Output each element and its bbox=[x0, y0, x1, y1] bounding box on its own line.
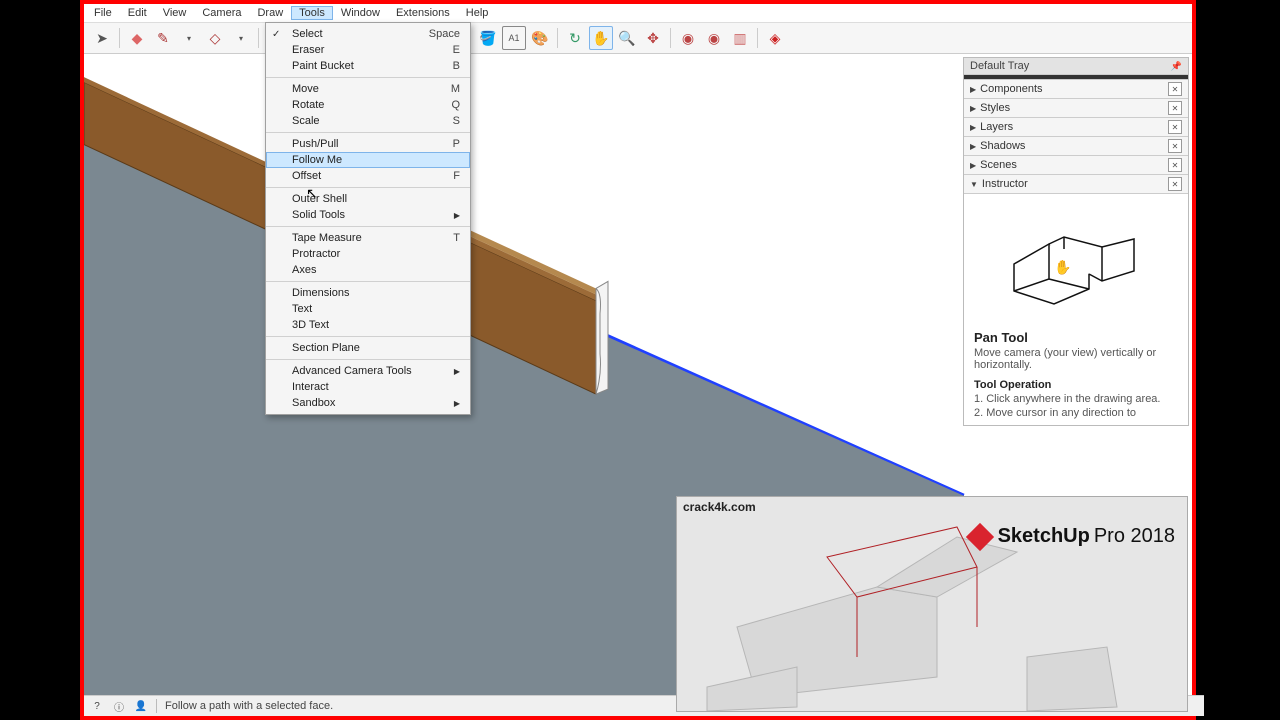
menu-item-select[interactable]: ✓SelectSpace bbox=[266, 26, 470, 42]
menu-edit[interactable]: Edit bbox=[120, 6, 155, 20]
tools-menu-dropdown: ✓SelectSpaceEraserEPaint BucketB MoveMRot… bbox=[265, 22, 471, 415]
menu-item-move[interactable]: MoveM bbox=[266, 81, 470, 97]
tray-panel-shadows[interactable]: ▶Shadows✕ bbox=[964, 137, 1188, 156]
close-icon[interactable]: ✕ bbox=[1168, 120, 1182, 134]
instructor-step: 2. Move cursor in any direction to bbox=[974, 407, 1178, 419]
menu-item-interact[interactable]: Interact bbox=[266, 379, 470, 395]
promo-overlay: crack4k.com SketchUp Pro 2018 bbox=[676, 496, 1188, 712]
close-icon[interactable]: ✕ bbox=[1168, 158, 1182, 172]
submenu-arrow-icon: ▶ bbox=[454, 211, 460, 220]
help-icon[interactable]: ? bbox=[90, 699, 104, 713]
menu-item-section-plane[interactable]: Section Plane bbox=[266, 340, 470, 356]
menu-item-dimensions[interactable]: Dimensions bbox=[266, 285, 470, 301]
caret-right-icon: ▶ bbox=[970, 123, 976, 132]
menu-view[interactable]: View bbox=[155, 6, 195, 20]
menu-item-push-pull[interactable]: Push/PullP bbox=[266, 136, 470, 152]
shape-icon[interactable]: ◇ bbox=[203, 26, 227, 50]
caret-right-icon: ▶ bbox=[970, 104, 976, 113]
submenu-arrow-icon: ▶ bbox=[454, 399, 460, 408]
text-icon[interactable]: A1 bbox=[502, 26, 526, 50]
default-tray: Default Tray 📌 ▶Components✕▶Styles✕▶Laye… bbox=[963, 57, 1189, 426]
tray-panel-styles[interactable]: ▶Styles✕ bbox=[964, 99, 1188, 118]
palette-icon[interactable]: 🎨 bbox=[528, 26, 552, 50]
app-window: FileEditViewCameraDrawToolsWindowExtensi… bbox=[80, 0, 1196, 720]
close-icon[interactable]: ✕ bbox=[1168, 101, 1182, 115]
menu-extensions[interactable]: Extensions bbox=[388, 6, 458, 20]
menu-item-paint-bucket[interactable]: Paint BucketB bbox=[266, 58, 470, 74]
submenu-arrow-icon: ▶ bbox=[454, 367, 460, 376]
prev-view-icon[interactable]: ◉ bbox=[676, 26, 700, 50]
tray-panel-components[interactable]: ▶Components✕ bbox=[964, 80, 1188, 99]
tray-title-label: Default Tray bbox=[970, 60, 1029, 72]
pan-icon[interactable]: ✋ bbox=[589, 26, 613, 50]
tray-panel-layers[interactable]: ▶Layers✕ bbox=[964, 118, 1188, 137]
instructor-desc: Move camera (your view) vertically or ho… bbox=[974, 347, 1178, 371]
menu-help[interactable]: Help bbox=[458, 6, 497, 20]
menu-item--d-text[interactable]: 3D Text bbox=[266, 317, 470, 333]
menu-item-protractor[interactable]: Protractor bbox=[266, 246, 470, 262]
menu-file[interactable]: File bbox=[86, 6, 120, 20]
menu-item-advanced-camera-tools[interactable]: Advanced Camera Tools▶ bbox=[266, 363, 470, 379]
paint-icon[interactable]: 🪣 bbox=[476, 26, 500, 50]
menu-item-scale[interactable]: ScaleS bbox=[266, 113, 470, 129]
instructor-illustration: ✋ bbox=[974, 204, 1174, 324]
caret-right-icon: ▶ bbox=[970, 161, 976, 170]
select-tool-icon[interactable]: ➤ bbox=[90, 26, 114, 50]
menu-tools[interactable]: Tools bbox=[291, 6, 333, 20]
toolbar: ➤ ◆ ✎ ▾ ◇ ▾ 🪣 A1 🎨 ↻ ✋ 🔍 ✥ ◉ ◉ ▥ ◈ bbox=[84, 23, 1192, 54]
zoom-icon[interactable]: 🔍 bbox=[615, 26, 639, 50]
instructor-title: Pan Tool bbox=[974, 330, 1178, 345]
menu-item-follow-me[interactable]: Follow Me bbox=[266, 152, 470, 168]
section-icon[interactable]: ▥ bbox=[728, 26, 752, 50]
menu-camera[interactable]: Camera bbox=[194, 6, 249, 20]
menu-draw[interactable]: Draw bbox=[249, 6, 291, 20]
user-icon[interactable]: 👤 bbox=[134, 699, 148, 713]
menu-item-tape-measure[interactable]: Tape MeasureT bbox=[266, 230, 470, 246]
menu-item-eraser[interactable]: EraserE bbox=[266, 42, 470, 58]
menu-item-sandbox[interactable]: Sandbox▶ bbox=[266, 395, 470, 411]
sketchup-logo-icon bbox=[965, 522, 993, 550]
caret-down-icon: ▼ bbox=[970, 180, 978, 189]
menu-window[interactable]: Window bbox=[333, 6, 388, 20]
orbit-icon[interactable]: ↻ bbox=[563, 26, 587, 50]
pencil-icon[interactable]: ✎ bbox=[151, 26, 175, 50]
tray-panel-scenes[interactable]: ▶Scenes✕ bbox=[964, 156, 1188, 175]
tray-panel-instructor[interactable]: ▼Instructor✕ bbox=[964, 175, 1188, 194]
close-icon[interactable]: ✕ bbox=[1168, 82, 1182, 96]
menu-item-solid-tools[interactable]: Solid Tools▶ bbox=[266, 207, 470, 223]
menu-item-text[interactable]: Text bbox=[266, 301, 470, 317]
menu-item-outer-shell[interactable]: Outer Shell bbox=[266, 191, 470, 207]
status-hint: Follow a path with a selected face. bbox=[165, 700, 333, 712]
menubar: FileEditViewCameraDrawToolsWindowExtensi… bbox=[84, 4, 1192, 23]
close-icon[interactable]: ✕ bbox=[1168, 177, 1182, 191]
instructor-panel-body: ✋ Pan Tool Move camera (your view) verti… bbox=[964, 194, 1188, 425]
promo-brand: SketchUp Pro 2018 bbox=[970, 525, 1175, 548]
ruby-icon[interactable]: ◈ bbox=[763, 26, 787, 50]
next-view-icon[interactable]: ◉ bbox=[702, 26, 726, 50]
dropdown-icon[interactable]: ▾ bbox=[229, 26, 253, 50]
svg-text:✋: ✋ bbox=[1054, 259, 1071, 275]
menu-item-offset[interactable]: OffsetF bbox=[266, 168, 470, 184]
zoom-extents-icon[interactable]: ✥ bbox=[641, 26, 665, 50]
eraser-icon[interactable]: ◆ bbox=[125, 26, 149, 50]
tray-title[interactable]: Default Tray 📌 bbox=[964, 58, 1188, 75]
check-icon: ✓ bbox=[272, 29, 280, 40]
menu-item-rotate[interactable]: RotateQ bbox=[266, 97, 470, 113]
instructor-op-title: Tool Operation bbox=[974, 379, 1178, 391]
info-icon[interactable]: ⓘ bbox=[112, 699, 126, 713]
caret-right-icon: ▶ bbox=[970, 85, 976, 94]
pin-icon[interactable]: 📌 bbox=[1171, 61, 1182, 72]
instructor-step: 1. Click anywhere in the drawing area. bbox=[974, 393, 1178, 405]
menu-item-axes[interactable]: Axes bbox=[266, 262, 470, 278]
promo-domain: crack4k.com bbox=[683, 500, 756, 514]
dropdown-icon[interactable]: ▾ bbox=[177, 26, 201, 50]
caret-right-icon: ▶ bbox=[970, 142, 976, 151]
close-icon[interactable]: ✕ bbox=[1168, 139, 1182, 153]
